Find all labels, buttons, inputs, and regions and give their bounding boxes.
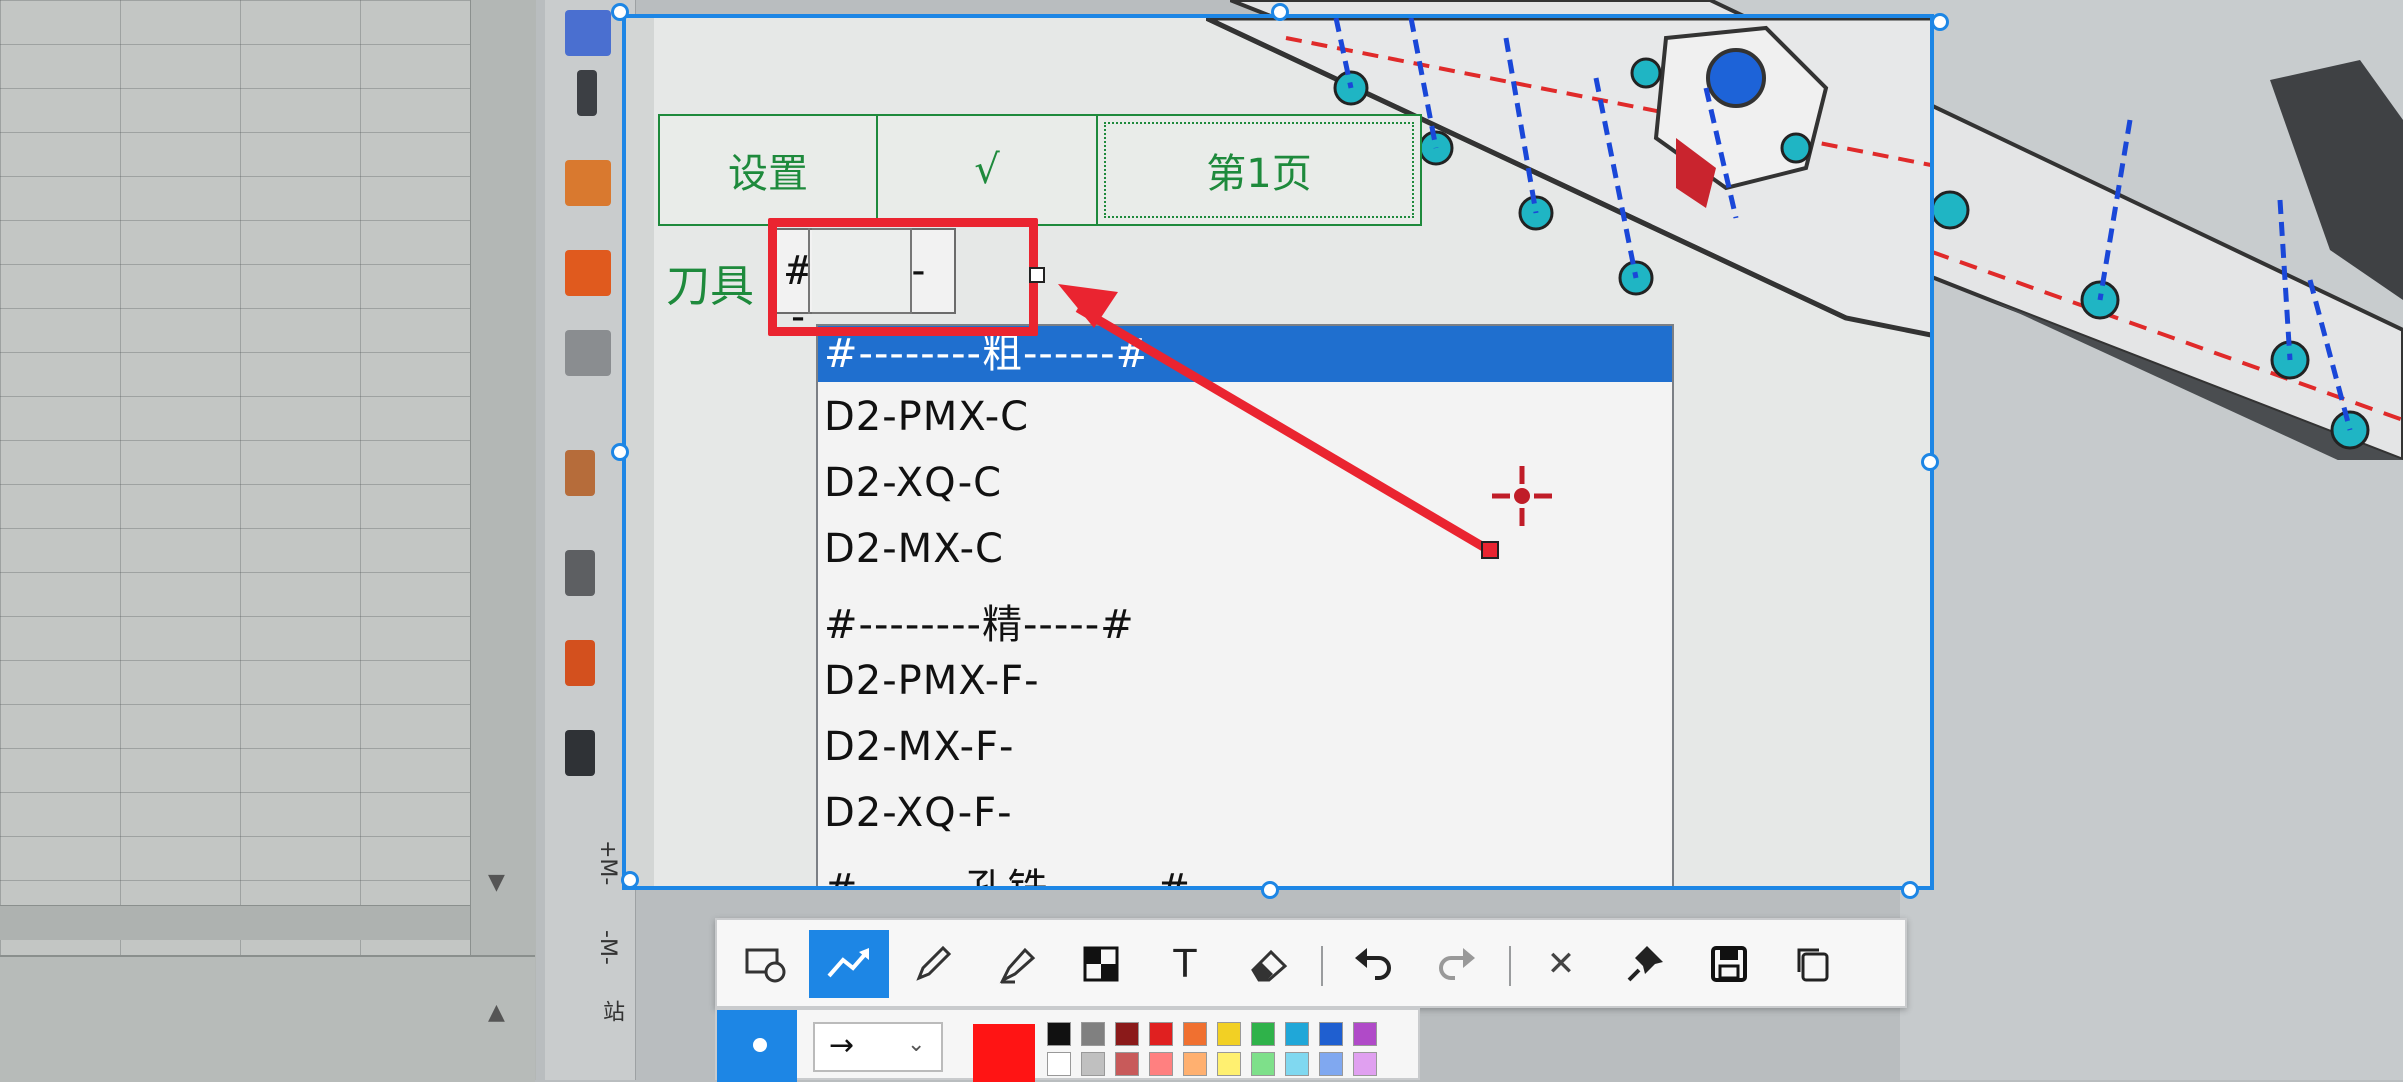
undo-icon[interactable] <box>1333 930 1413 998</box>
pencil-icon[interactable] <box>893 930 973 998</box>
stroke-size-dot <box>753 1038 767 1052</box>
resize-handle-right[interactable] <box>1921 453 1939 471</box>
toolbar-separator <box>1509 946 1511 986</box>
toolbar-separator <box>1321 946 1323 986</box>
cube-view-icon[interactable] <box>565 10 611 56</box>
redo-icon[interactable] <box>1417 930 1497 998</box>
crosshair-cursor-icon <box>1492 466 1552 526</box>
color-swatch[interactable] <box>1285 1022 1309 1046</box>
pin-icon[interactable] <box>1605 930 1685 998</box>
color-swatch[interactable] <box>1319 1052 1343 1076</box>
arrow-line-icon[interactable] <box>809 930 889 998</box>
mosaic-icon[interactable] <box>1061 930 1141 998</box>
color-swatch[interactable] <box>1081 1022 1105 1046</box>
cad-side-label: +M- <box>595 840 620 886</box>
cad-side-label: 站 <box>599 1000 624 1022</box>
text-icon[interactable]: T <box>1145 930 1225 998</box>
resize-handle-left[interactable] <box>611 443 629 461</box>
color-swatch[interactable] <box>1217 1052 1241 1076</box>
color-swatch[interactable] <box>1183 1052 1207 1076</box>
highlighter-icon[interactable] <box>977 930 1057 998</box>
thread-icon[interactable] <box>565 730 595 776</box>
spreadsheet-scrollbar[interactable] <box>470 0 536 1080</box>
annotation-arrow <box>1029 267 1499 559</box>
resize-handle-top[interactable] <box>1271 3 1289 21</box>
color-swatch[interactable] <box>1353 1052 1377 1076</box>
close-icon[interactable]: ✕ <box>1521 930 1601 998</box>
chevron-down-icon: ⌄ <box>907 1032 926 1057</box>
scroll-up-arrow-icon[interactable]: ▲ <box>488 1000 505 1025</box>
save-icon[interactable] <box>1689 930 1769 998</box>
snip-editor-toolbar: T ✕ <box>715 918 1907 1008</box>
bracket-icon[interactable] <box>565 450 595 496</box>
cad-side-label: -M- <box>595 930 620 965</box>
spreadsheet-horizontal-bar <box>0 905 470 940</box>
style-panel: → ⌄ <box>715 1008 1420 1082</box>
resize-handle-bottom-left[interactable] <box>621 871 639 889</box>
color-swatch[interactable] <box>1319 1022 1343 1046</box>
resize-handle-top-right[interactable] <box>1931 13 1949 31</box>
eyedropper-icon[interactable] <box>577 70 597 116</box>
color-swatch[interactable] <box>1149 1022 1173 1046</box>
color-swatch[interactable] <box>1149 1052 1173 1076</box>
eraser-icon[interactable] <box>1229 930 1309 998</box>
color-swatch[interactable] <box>1047 1022 1071 1046</box>
line-style-select[interactable]: → ⌄ <box>813 1022 943 1072</box>
color-swatch[interactable] <box>1115 1022 1139 1046</box>
rect-shape-icon[interactable] <box>725 930 805 998</box>
shade-icon[interactable] <box>565 160 611 206</box>
color-swatch[interactable] <box>1251 1022 1275 1046</box>
solid-icon[interactable] <box>565 250 611 296</box>
snip-capture-window[interactable]: 设置 √ 第1页 刀具 #------ #--------粗------# D2… <box>622 14 1934 890</box>
copy-icon[interactable] <box>1773 930 1853 998</box>
drill-stack-icon[interactable] <box>565 640 595 686</box>
color-swatch[interactable] <box>1285 1052 1309 1076</box>
current-color-swatch[interactable] <box>973 1024 1035 1082</box>
color-swatch[interactable] <box>1251 1052 1275 1076</box>
arrow-style-icon: → <box>829 1028 855 1063</box>
scroll-down-arrow-icon[interactable]: ▼ <box>488 870 505 895</box>
color-swatch[interactable] <box>1081 1052 1105 1076</box>
color-swatch[interactable] <box>1115 1052 1139 1076</box>
resize-handle-top-left[interactable] <box>611 3 629 21</box>
color-swatch[interactable] <box>1047 1052 1071 1076</box>
resize-handle-bottom[interactable] <box>1261 881 1279 899</box>
color-swatch[interactable] <box>1353 1022 1377 1046</box>
column-icon[interactable] <box>565 550 595 596</box>
box-icon[interactable] <box>565 330 611 376</box>
color-swatch[interactable] <box>1217 1022 1241 1046</box>
resize-handle-bottom-right[interactable] <box>1901 881 1919 899</box>
color-swatch[interactable] <box>1183 1022 1207 1046</box>
spreadsheet-lower-panel <box>0 955 535 1082</box>
